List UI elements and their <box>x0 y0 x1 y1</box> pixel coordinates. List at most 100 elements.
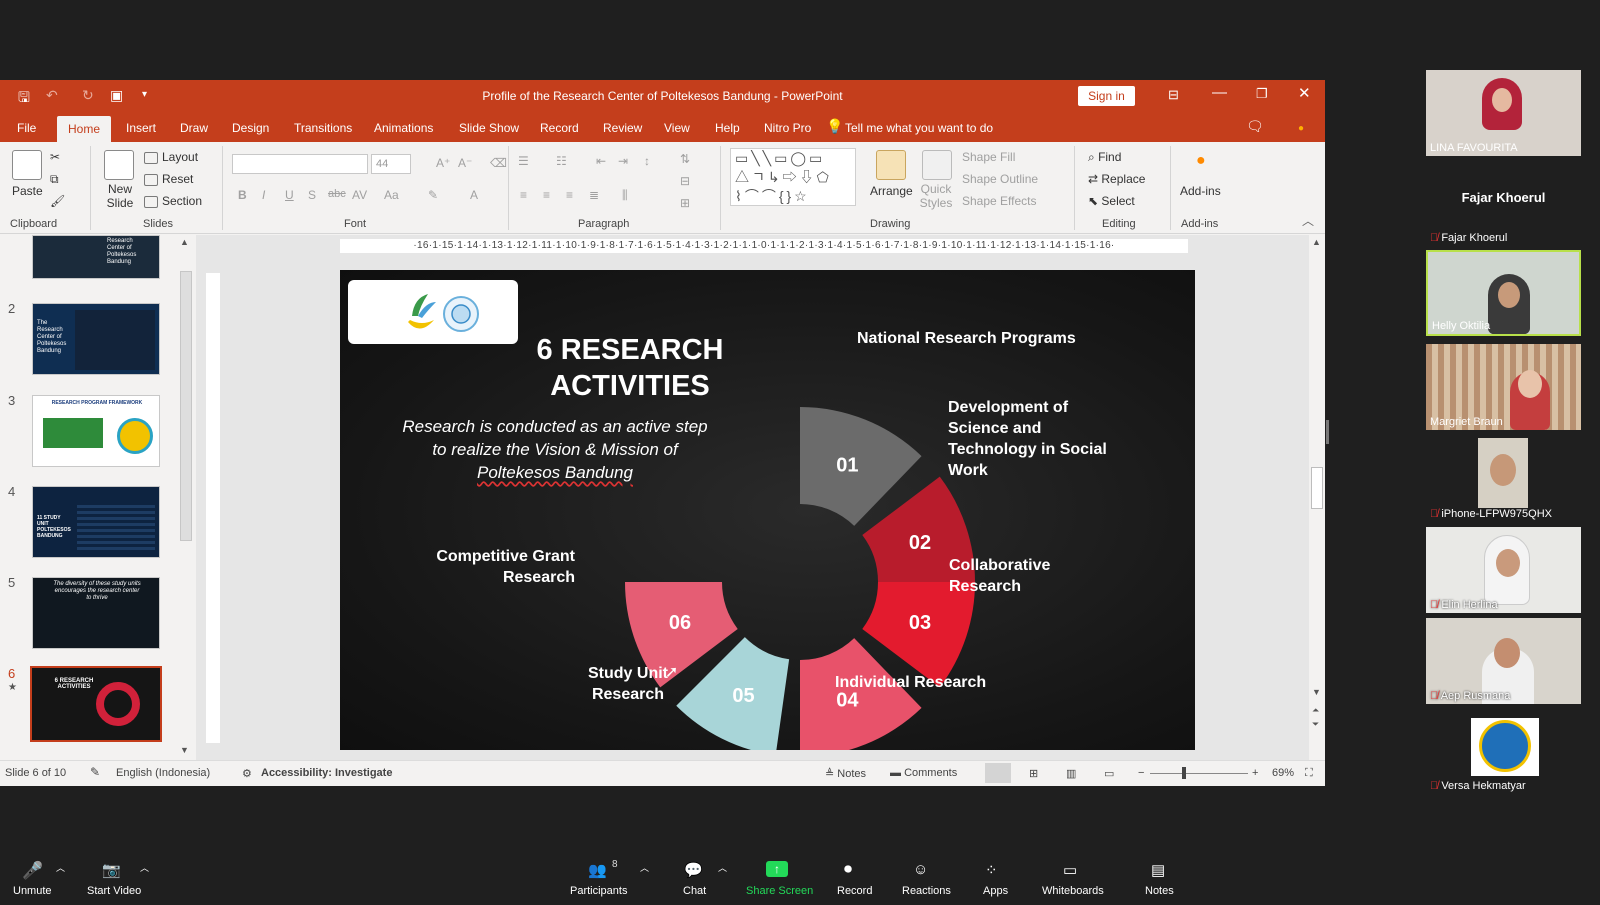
restore-icon[interactable]: ❐ <box>1256 86 1268 102</box>
align-left-icon[interactable]: ≡ <box>520 188 527 202</box>
font-family-select[interactable] <box>232 154 368 174</box>
bullets-icon[interactable]: ☰ <box>518 154 529 168</box>
apps-button[interactable]: Apps <box>983 885 1008 897</box>
quick-styles-icon[interactable] <box>922 150 952 180</box>
font-color-icon[interactable]: A <box>470 188 478 202</box>
reactions-button[interactable]: Reactions <box>902 885 951 897</box>
chevron-up-icon[interactable]: ︿ <box>56 861 76 877</box>
find-button[interactable]: ⌕ Find <box>1088 150 1121 165</box>
italic-icon[interactable]: I <box>262 188 265 202</box>
participant-tile[interactable]: Fajar Khoerul 🎙̸ Fajar Khoerul <box>1426 160 1581 246</box>
notes-button[interactable]: ≜ Notes <box>825 767 866 780</box>
chat-button[interactable]: Chat <box>683 885 706 897</box>
bold-icon[interactable]: B <box>238 188 247 202</box>
next-slide-icon[interactable]: ⏷ <box>1312 719 1319 730</box>
addins-button[interactable]: Add-ins <box>1180 184 1221 198</box>
zoom-level[interactable]: 69% <box>1272 767 1294 779</box>
slide-sorter-icon[interactable]: ⊞ <box>1029 767 1038 780</box>
ribbon-display-icon[interactable]: ⊟ <box>1168 87 1179 103</box>
participants-button[interactable]: Participants <box>570 885 627 897</box>
thumbnail-slide-3[interactable]: RESEARCH PROGRAM FRAMEWORK <box>32 395 160 467</box>
format-painter-icon[interactable]: 🖌 <box>50 194 65 208</box>
arrange-icon[interactable] <box>876 150 906 180</box>
scroll-thumb[interactable] <box>1311 467 1323 509</box>
editor-scrollbar[interactable]: ▲ ▼ ⏶ ⏷ <box>1309 235 1325 760</box>
microphone-muted-icon[interactable]: 🎤 <box>22 861 43 880</box>
record-icon[interactable]: ⏺ <box>844 861 864 878</box>
comments-icon[interactable]: 🗨 <box>1246 118 1264 135</box>
align-right-icon[interactable]: ≡ <box>566 188 573 202</box>
participant-tile[interactable]: 🎙̸ Versa Hekmatyar <box>1426 708 1581 794</box>
new-slide-button[interactable]: New Slide <box>104 182 136 210</box>
tab-help[interactable]: Help <box>715 121 740 135</box>
shape-outline-button[interactable]: Shape Outline <box>962 172 1038 186</box>
justify-icon[interactable]: ≣ <box>589 188 599 202</box>
reading-view-icon[interactable]: ▥ <box>1066 767 1076 780</box>
cut-icon[interactable]: ✂ <box>50 150 60 164</box>
participant-tile[interactable]: 🎙̸ Aep Rusmana <box>1426 618 1581 704</box>
new-slide-icon[interactable] <box>104 150 134 180</box>
share-screen-icon[interactable]: ↑ <box>766 861 788 877</box>
shapes-gallery[interactable]: ▭╲╲▭◯▭ △ㄱ↳⇨⇩⬠ ⌇⌒⌒{}☆ <box>730 148 856 206</box>
strikethrough-icon[interactable]: abc <box>328 188 346 200</box>
language-status[interactable]: English (Indonesia) <box>116 767 210 779</box>
tab-review[interactable]: Review <box>603 121 642 135</box>
normal-view-button[interactable] <box>985 763 1011 783</box>
slideshow-icon[interactable]: ▭ <box>1104 767 1114 780</box>
section-button[interactable]: Section <box>144 194 202 208</box>
video-off-icon[interactable]: 📷 <box>102 861 122 879</box>
tab-draw[interactable]: Draw <box>180 121 208 135</box>
arrange-button[interactable]: Arrange <box>870 184 913 198</box>
sign-in-button[interactable]: Sign in <box>1078 86 1135 106</box>
participant-tile[interactable]: Margriet Braun <box>1426 344 1581 430</box>
decrease-font-icon[interactable]: A⁻ <box>458 156 472 170</box>
previous-slide-icon[interactable]: ⏶ <box>1312 705 1319 716</box>
change-case-icon[interactable]: Aa <box>384 188 399 202</box>
reactions-icon[interactable]: ☺ <box>913 861 933 878</box>
participants-icon[interactable]: 👥 <box>588 861 608 879</box>
chevron-up-icon[interactable]: ︿ <box>718 861 738 877</box>
tab-slide-show[interactable]: Slide Show <box>459 121 519 135</box>
zoom-slider[interactable] <box>1150 773 1248 774</box>
tab-insert[interactable]: Insert <box>126 121 156 135</box>
comments-button[interactable]: ▬ Comments <box>890 767 957 779</box>
notes-icon[interactable]: ▤ <box>1151 861 1171 879</box>
columns-icon[interactable]: ⫼ <box>622 188 628 203</box>
spelling-icon[interactable]: ✎ <box>90 765 100 779</box>
increase-indent-icon[interactable]: ⇥ <box>618 154 628 168</box>
paste-button[interactable]: Paste <box>12 184 43 198</box>
thumbnail-slide-4[interactable]: 11 STUDY UNIT POLTEKESOS BANDUNG <box>32 486 160 558</box>
paste-icon[interactable] <box>12 150 42 180</box>
tell-me-search[interactable]: Tell me what you want to do <box>845 121 993 135</box>
tab-file[interactable]: File <box>17 121 36 135</box>
align-center-icon[interactable]: ≡ <box>543 188 550 202</box>
char-spacing-icon[interactable]: AV <box>352 188 367 202</box>
participant-tile[interactable]: 🎙̸ iPhone-LFPW975QHX <box>1426 436 1581 522</box>
participant-tile[interactable]: 🎙̸ Elin Herlina <box>1426 527 1581 613</box>
zoom-in-icon[interactable]: + <box>1252 767 1258 779</box>
shape-effects-button[interactable]: Shape Effects <box>962 194 1037 208</box>
chevron-up-icon[interactable]: ︿ <box>640 861 660 877</box>
zoom-slider-thumb[interactable] <box>1182 767 1186 779</box>
scroll-down-icon[interactable]: ▼ <box>1312 687 1321 697</box>
whiteboards-button[interactable]: Whiteboards <box>1042 885 1104 897</box>
layout-button[interactable]: Layout <box>144 150 198 164</box>
participant-tile[interactable]: LINA FAVOURITA <box>1426 70 1581 156</box>
participant-tile-active[interactable]: Helly Oktilia <box>1426 250 1581 336</box>
notes-toolbar-button[interactable]: Notes <box>1145 885 1174 897</box>
thumbnail-slide-1[interactable]: Research Center of Poltekesos Bandung <box>32 235 160 279</box>
addins-icon[interactable]: ● <box>1196 152 1206 170</box>
start-video-button[interactable]: Start Video <box>87 885 141 897</box>
apps-icon[interactable]: ⁘ <box>985 861 1005 879</box>
close-icon[interactable]: ✕ <box>1298 84 1311 102</box>
thumbnail-slide-6[interactable]: 6 RESEARCH ACTIVITIES <box>30 666 162 742</box>
unmute-button[interactable]: Unmute <box>13 885 52 897</box>
text-direction-icon[interactable]: ⇅ <box>680 152 690 166</box>
chat-icon[interactable]: 💬 <box>684 861 704 879</box>
current-slide[interactable]: 6 RESEARCH ACTIVITIES Research is conduc… <box>340 270 1195 750</box>
minimize-icon[interactable]: — <box>1212 84 1227 101</box>
shape-fill-button[interactable]: Shape Fill <box>962 150 1015 164</box>
zoom-out-icon[interactable]: − <box>1138 767 1144 779</box>
shadow-icon[interactable]: S <box>308 188 316 202</box>
tab-nitro-pro[interactable]: Nitro Pro <box>764 121 811 135</box>
